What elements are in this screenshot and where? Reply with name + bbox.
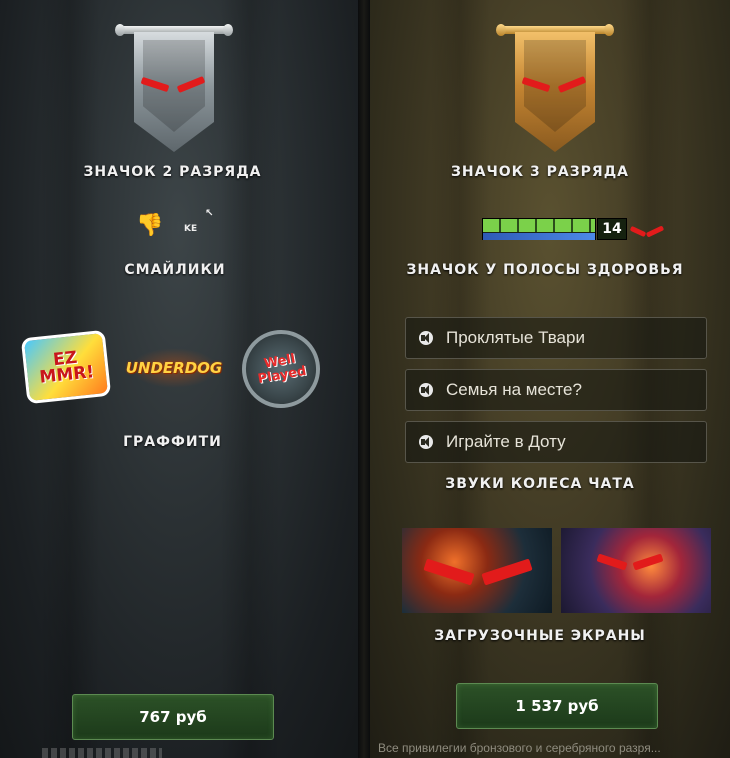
chat-sound-label: Проклятые Твари [446,328,585,347]
speaker-icon[interactable] [419,383,433,397]
footnote-text-cut [42,748,162,758]
graffiti-ez-mmr: EZ MMR! [20,329,112,405]
bronze-badge-banner-icon [496,24,614,156]
thumbs-down-emoticon-icon: 👎 [136,213,164,238]
redaction-mark [423,558,475,586]
chat-sound-item[interactable]: Семья на месте? [405,369,707,411]
bronze-badge-caption: ЗНАЧОК 3 РАЗРЯДА [450,164,630,180]
loading-screens-caption: ЗАГРУЗОЧНЫЕ ЭКРАНЫ [434,628,646,644]
redaction-mark [481,558,533,586]
silver-badge-banner-icon [115,24,233,156]
health-bar [482,218,596,240]
emoticon-text: KE [184,224,198,234]
redaction-mark [596,553,628,571]
emoticons-caption: СМАЙЛИКИ [124,262,226,278]
chat-sound-item[interactable]: Играйте в Доту [405,421,707,463]
chat-sound-label: Играйте в Доту [446,432,566,451]
redaction-mark [632,553,664,571]
silver-badge-caption: ЗНАЧОК 2 РАЗРЯДА [83,164,262,180]
speaker-icon[interactable] [419,435,433,449]
hero-level-badge: 14 [597,218,627,240]
health-bar-mana [483,233,595,240]
loading-screen-thumbnail[interactable] [402,528,552,613]
tier-footnote: Все привилегии бронзового и серебряного … [378,741,661,755]
buy-silver-button[interactable]: 767 руб [72,694,274,740]
chat-sounds-caption: ЗВУКИ КОЛЕСА ЧАТА [445,476,635,492]
speaker-icon[interactable] [419,331,433,345]
buy-bronze-button[interactable]: 1 537 руб [456,683,658,729]
panel-divider [358,0,370,758]
cursor-arrow-icon: ↖ [205,208,214,219]
chat-sound-item[interactable]: Проклятые Твари [405,317,707,359]
healthbar-caption: ЗНАЧОК У ПОЛОСЫ ЗДОРОВЬЯ [406,262,684,278]
health-bar-hp [483,219,595,232]
loading-screen-thumbnail[interactable] [561,528,711,613]
graffiti-caption: ГРАФФИТИ [123,434,222,450]
graffiti-underdog: UNDERDOG [126,348,222,388]
chat-sound-label: Семья на месте? [446,380,582,399]
